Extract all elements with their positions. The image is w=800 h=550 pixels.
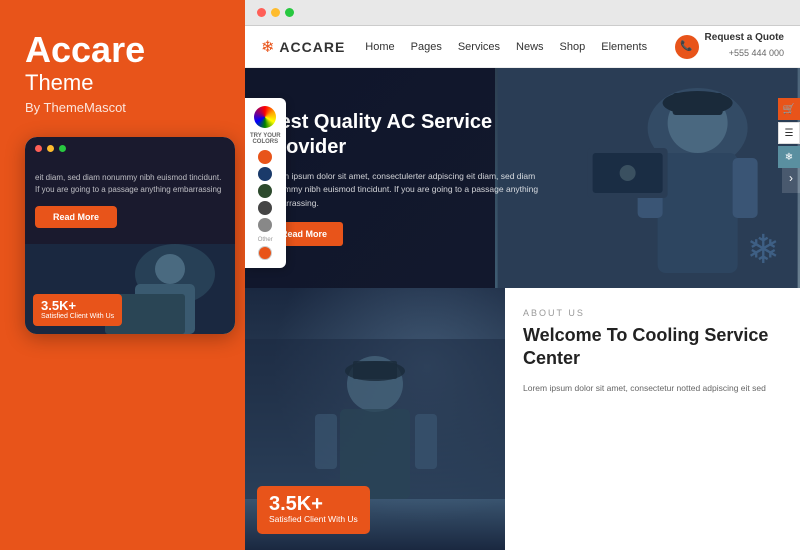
cta-text-block: Request a Quote +555 444 000 (705, 32, 784, 61)
mockup-counter-number: 3.5K+ (41, 299, 114, 312)
color-option-blue[interactable] (258, 167, 272, 181)
nav-link-shop[interactable]: Shop (560, 41, 586, 53)
below-counter-number: 3.5K+ (269, 494, 358, 514)
below-counter-label: Satisfied Client With Us (269, 514, 358, 526)
color-option-orange[interactable] (258, 150, 272, 164)
nav-link-elements[interactable]: Elements (601, 41, 647, 53)
color-picker-label: TRY YOURCOLORS (250, 133, 281, 145)
browser-dot-yellow[interactable] (271, 8, 280, 17)
nav-link-services[interactable]: Services (458, 41, 500, 53)
about-eyebrow: ABOUT US (523, 308, 782, 318)
mockup-dot-green (59, 145, 66, 152)
color-divider: Other (258, 237, 273, 243)
about-description: Lorem ipsum dolor sit amet, consectetur … (523, 381, 782, 395)
about-title: Welcome To Cooling Service Center (523, 324, 782, 371)
site-below-hero: 3.5K+ Satisfied Client With Us ABOUT US … (245, 288, 800, 550)
browser-dot-green[interactable] (285, 8, 294, 17)
browser-dot-red[interactable] (257, 8, 266, 17)
mockup-dot-yellow (47, 145, 54, 152)
cart-icon[interactable]: 🛒 (778, 98, 800, 120)
hero-title: Best Quality AC Service Provider (265, 110, 565, 160)
color-option-gray[interactable] (258, 218, 272, 232)
logo-text: ACCARE (279, 39, 345, 55)
menu-icon[interactable]: ☰ (778, 122, 800, 144)
cta-label[interactable]: Request a Quote (705, 32, 784, 43)
brand-title: Accare (25, 30, 220, 70)
brand-sub: Theme (25, 70, 220, 96)
browser-chrome (245, 0, 800, 26)
site-navbar: ❄ ACCARE Home Pages Services News Shop E… (245, 26, 800, 68)
hero-description: Lorem ipsum dolor sit amet, consectulert… (265, 170, 565, 211)
color-option-current[interactable] (258, 246, 272, 260)
logo-snowflake-icon: ❄ (261, 37, 274, 57)
site-nav-cta: 📞 Request a Quote +555 444 000 (675, 32, 784, 61)
snowflake-sidebar-icon[interactable]: ❄ (778, 146, 800, 168)
nav-link-pages[interactable]: Pages (411, 41, 442, 53)
mockup-hero-text: eit diam, sed diam nonummy nibh euismod … (35, 172, 225, 196)
site-sidebar-right: 🛒 ☰ ❄ (778, 98, 800, 168)
mockup-dot-red (35, 145, 42, 152)
cta-phone: +555 444 000 (729, 48, 784, 58)
left-panel: Accare Theme By ThemeMascot eit diam, se… (0, 0, 245, 550)
color-option-dark[interactable] (258, 201, 272, 215)
site-hero: ❄ ‹ › TRY YOURCOLORS Other (245, 68, 800, 288)
below-counter-badge: 3.5K+ Satisfied Client With Us (257, 486, 370, 534)
hero-content: Best Quality AC Service Provider Lorem i… (245, 110, 585, 247)
nav-link-news[interactable]: News (516, 41, 544, 53)
snowflake-decoration-icon: ❄ (746, 227, 780, 273)
mockup-read-more-button[interactable]: Read More (35, 206, 117, 228)
website-content: ❄ ACCARE Home Pages Services News Shop E… (245, 26, 800, 550)
mockup-bottom-section: 3.5K+ Satisfied Client With Us (25, 244, 235, 334)
mobile-mockup: eit diam, sed diam nonummy nibh euismod … (25, 137, 235, 334)
right-panel: ❄ ACCARE Home Pages Services News Shop E… (245, 0, 800, 550)
below-left-image-section: 3.5K+ Satisfied Client With Us (245, 288, 505, 550)
nav-link-home[interactable]: Home (365, 41, 394, 53)
mockup-counter-label: Satisfied Client With Us (41, 312, 114, 321)
mockup-hero-section: eit diam, sed diam nonummy nibh euismod … (25, 160, 235, 244)
mockup-top-bar (25, 137, 235, 160)
site-nav-links: Home Pages Services News Shop Elements (365, 41, 674, 53)
site-logo: ❄ ACCARE (261, 37, 345, 57)
brand-by: By ThemeMascot (25, 100, 220, 115)
color-wheel-icon[interactable] (254, 106, 276, 128)
color-option-green[interactable] (258, 184, 272, 198)
mockup-counter-badge: 3.5K+ Satisfied Client With Us (33, 294, 122, 326)
phone-icon: 📞 (675, 35, 699, 59)
chevron-right-icon: › (789, 171, 793, 185)
color-picker-panel: TRY YOURCOLORS Other (245, 98, 286, 268)
below-right-about-section: ABOUT US Welcome To Cooling Service Cent… (505, 288, 800, 550)
